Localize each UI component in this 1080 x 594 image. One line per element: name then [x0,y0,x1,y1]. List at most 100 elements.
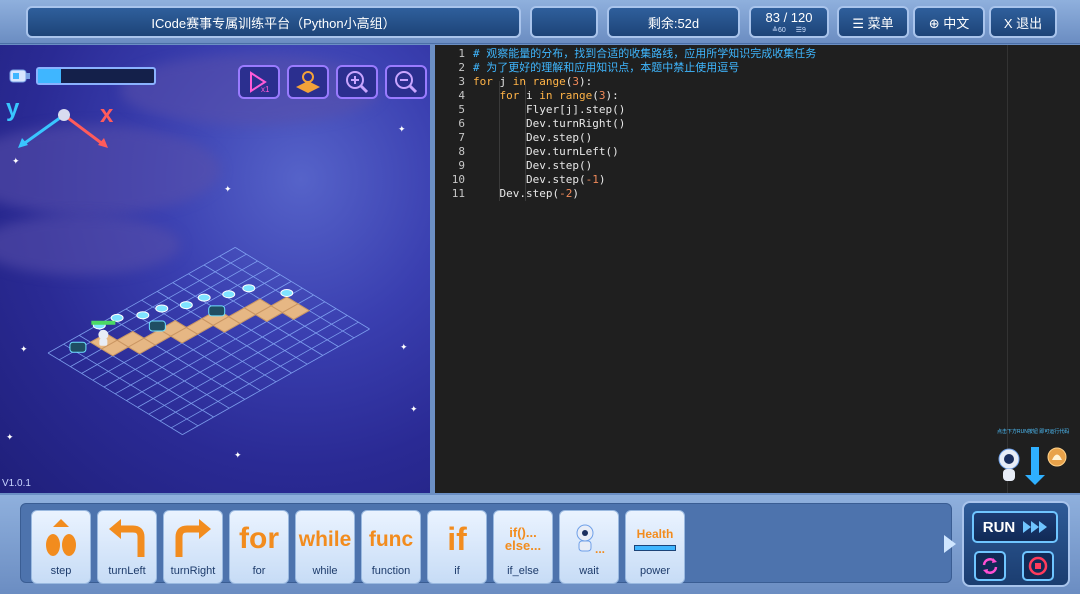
reset-button[interactable] [974,551,1006,581]
line-number: 4 [458,89,465,102]
stop-button[interactable] [1022,551,1054,581]
language-label: ⊕ 中文 [928,15,970,31]
exit-button[interactable]: X 退出 [989,6,1057,38]
line-number: 11 [451,187,465,200]
block-while[interactable]: while while [295,510,355,584]
line-number: 8 [458,145,465,158]
turn-right-icon [164,513,222,565]
code-area[interactable]: # 观察能量的分布，找到合适的收集路线，应用所学知识完成收集任务 # 为了更好的理… [473,45,1073,493]
line-gutter: 1 2 3 4 5 6 7 8 9 10 11 [435,45,471,493]
platform-title-text: ICode赛事专属训练平台（Python小高组） [151,15,396,31]
line-number: 6 [458,117,465,130]
code-line[interactable]: # 为了更好的理解和应用知识点，本题中禁止使用逗号 [473,61,739,75]
version-label: V1.0.1 [2,478,31,489]
code-line[interactable]: Dev.turnRight() [473,117,625,131]
turn-left-icon [98,513,156,565]
wait-icon: ... [560,513,618,565]
line-number: 1 [458,47,465,60]
code-line[interactable]: Dev.step() [473,159,592,173]
platform-title: ICode赛事专属训练平台（Python小高组） [26,6,521,38]
code-line[interactable]: # 观察能量的分布，找到合适的收集路线，应用所学知识完成收集任务 [473,47,816,61]
run-button[interactable]: RUN [972,511,1058,543]
block-turnRight[interactable]: turnRight [163,510,223,584]
line-number: 7 [458,131,465,144]
code-line[interactable]: for j in range(3): [473,75,592,89]
block-art: for [230,513,288,565]
block-art-text: if()... else... [504,525,542,553]
blank-panel [530,6,598,38]
energy-capsule-icon [155,304,169,313]
step-icon [32,513,90,565]
block-art: if [428,513,486,565]
block-art: Health [626,513,684,565]
line-number: 9 [458,159,465,172]
energy-capsule-icon [222,290,236,299]
stat-a: ≙60 [772,26,786,34]
top-bar: ICode赛事专属训练平台（Python小高组） 剩余:52d 83 / 120… [0,0,1080,44]
code-block-palette: step turnLeft turnRight for for while while fun… [20,503,952,584]
game-viewport[interactable]: ✦ ✦ ✦ ✦ ✦ ✦ ✦ ✦ x1 y x V1.0.1 [0,45,430,493]
robot-icon [998,447,1067,485]
block-art-text: for [239,522,279,555]
flyer-icon [208,305,226,317]
line-number: 3 [458,75,465,88]
line-number: 2 [458,61,465,74]
block-art: func [362,513,420,565]
energy-capsule-icon [242,284,256,293]
level-progress: 83 / 120 ≙60 ☰9 [749,6,829,38]
block-art-text: if [447,521,467,557]
block-label: for [252,565,266,577]
block-label: power [640,565,670,577]
run-panel: RUN [962,501,1070,587]
flyer-icon [69,341,87,353]
code-line[interactable]: Dev.step(-1) [473,173,606,187]
block-turnLeft[interactable]: turnLeft [97,510,157,584]
block-step[interactable]: step [31,510,91,584]
remaining-text: 剩余:52d [647,15,700,31]
bottom-toolbar: step turnLeft turnRight for for while while fun… [0,495,1080,594]
block-art-text: func [368,527,414,551]
health-bar [634,545,676,551]
block-art: if()... else... [494,513,552,565]
block-if-else[interactable]: if()... else... if_else [493,510,553,584]
block-art-text: while [298,527,352,551]
energy-capsule-icon [136,311,150,320]
robot-helper[interactable]: 点击下方RUN按钮 即可运行代码 [995,425,1075,487]
block-label: turnLeft [108,565,146,577]
exit-label: X 退出 [1003,15,1043,31]
remaining-days: 剩余:52d [607,6,740,38]
language-button[interactable]: ⊕ 中文 [913,6,985,38]
block-art-text: Health [636,527,674,541]
block-label: while [312,565,338,577]
code-line[interactable]: Dev.step() [473,131,592,145]
code-line[interactable]: for i in range(3): [473,89,619,103]
fast-forward-icon [1023,521,1048,533]
stat-b: ☰9 [795,26,806,34]
block-label: if_else [507,565,539,577]
block-if[interactable]: if if [427,510,487,584]
block-label: function [371,565,411,577]
line-number: 5 [458,103,465,116]
code-editor[interactable]: 1 2 3 4 5 6 7 8 9 10 11 # 观察能量的分布，找到合适的收集路线，应用所学知识… [435,45,1080,493]
block-label: step [50,565,72,577]
block-for[interactable]: for for [229,510,289,584]
block-art: while [296,513,354,565]
block-wait[interactable]: ... wait [559,510,619,584]
indent-guide [499,81,500,201]
block-label: turnRight [170,565,216,577]
energy-capsule-icon [280,289,294,297]
energy-capsule-icon [179,301,193,310]
block-label: wait [579,565,599,577]
code-line[interactable]: Flyer[j].step() [473,103,625,117]
more-blocks-arrow-icon[interactable] [944,535,956,553]
menu-button[interactable]: ☰ 菜单 [837,6,909,38]
robot-tip-text: 点击下方RUN按钮 即可运行代码 [997,429,1070,435]
energy-capsule-icon [197,293,211,302]
code-line[interactable]: Dev.turnLeft() [473,145,619,159]
block-power[interactable]: Health power [625,510,685,584]
progress-stats: ≙60 ☰9 [772,27,806,34]
run-label: RUN [982,518,1016,536]
block-function[interactable]: func function [361,510,421,584]
isometric-grid [47,247,370,435]
menu-label: ☰ 菜单 [852,15,894,31]
